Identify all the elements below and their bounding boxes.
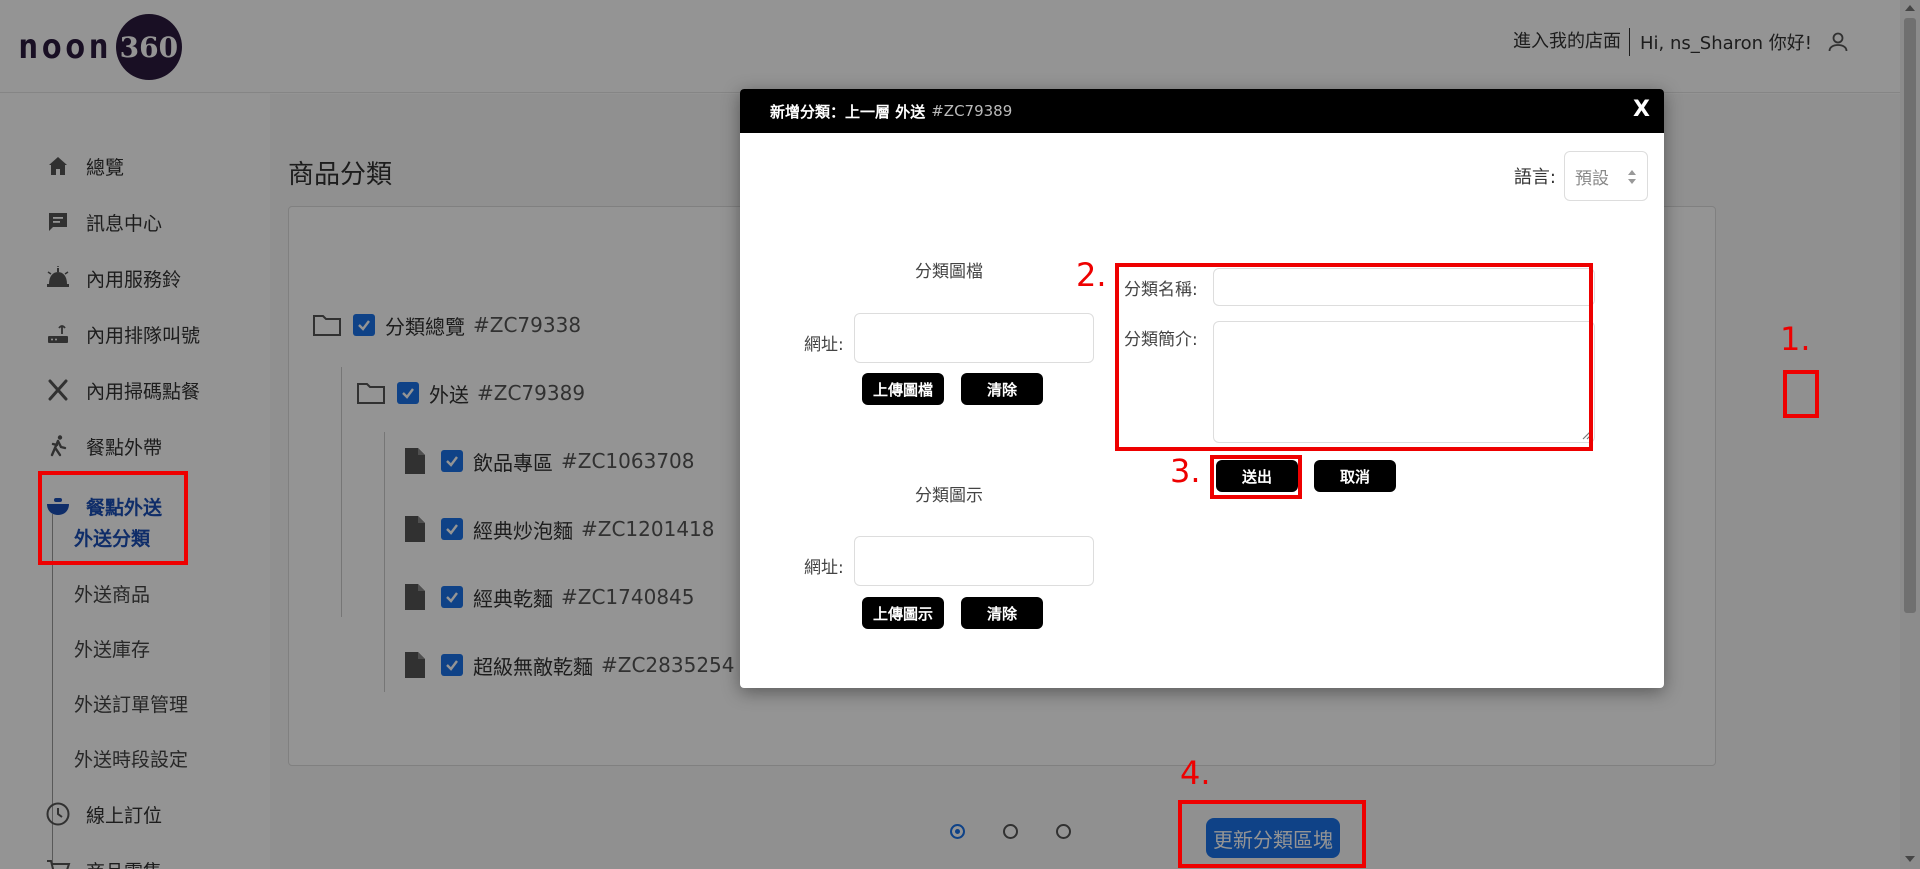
annotation-box-form bbox=[1115, 263, 1593, 451]
language-label: 語言: bbox=[1513, 167, 1556, 188]
icon-url-label: 網址: bbox=[804, 558, 844, 578]
language-row: 語言: 預設 bbox=[1514, 151, 1648, 201]
annotation-box-sidebar bbox=[38, 471, 188, 565]
icon-url-input[interactable] bbox=[854, 536, 1094, 586]
clear-icon-button[interactable]: 清除 bbox=[961, 597, 1043, 629]
annotation-box-update bbox=[1178, 800, 1366, 868]
dialog-header: 新增分類：上一層 外送 #ZC79389 X bbox=[740, 89, 1664, 133]
select-arrows-icon bbox=[1628, 170, 1636, 184]
dialog-title-code: #ZC79389 bbox=[931, 102, 1013, 120]
annotation-number: 3. bbox=[1170, 452, 1201, 490]
image-url-input[interactable] bbox=[854, 313, 1094, 363]
icon-section-label: 分類圖示 bbox=[915, 486, 983, 506]
dialog-title: 新增分類：上一層 外送 bbox=[770, 102, 926, 121]
annotation-number: 4. bbox=[1180, 754, 1211, 792]
upload-icon-button[interactable]: 上傳圖示 bbox=[862, 597, 944, 629]
upload-image-button[interactable]: 上傳圖檔 bbox=[862, 373, 944, 405]
image-section-label: 分類圖檔 bbox=[915, 262, 983, 282]
annotation-box-add bbox=[1783, 370, 1819, 418]
language-select[interactable]: 預設 bbox=[1564, 151, 1648, 201]
annotation-number: 2. bbox=[1076, 256, 1107, 294]
image-url-label: 網址: bbox=[804, 335, 844, 355]
annotation-box-submit bbox=[1210, 455, 1302, 499]
close-button[interactable]: X bbox=[1633, 97, 1650, 122]
clear-image-button[interactable]: 清除 bbox=[961, 373, 1043, 405]
annotation-number: 1. bbox=[1780, 320, 1811, 358]
language-value: 預設 bbox=[1575, 168, 1609, 189]
cancel-button[interactable]: 取消 bbox=[1314, 460, 1396, 492]
